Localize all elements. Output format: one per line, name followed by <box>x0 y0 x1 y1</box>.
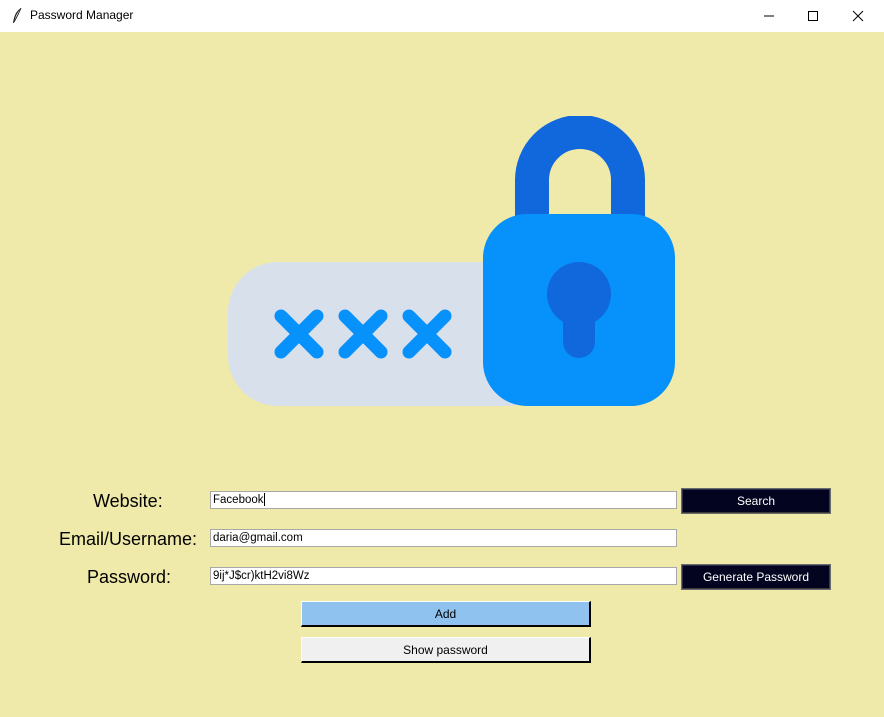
close-button[interactable] <box>835 0 881 32</box>
search-button[interactable]: Search <box>681 488 831 514</box>
password-lock-icon <box>228 116 675 406</box>
window-title: Password Manager <box>30 8 134 22</box>
website-input[interactable]: Facebook <box>210 491 677 509</box>
password-input-value: 9ij*J$cr)ktH2vi8Wz <box>213 570 310 582</box>
website-label: Website: <box>93 491 163 511</box>
add-button[interactable]: Add <box>301 601 591 627</box>
email-input[interactable]: daria@gmail.com <box>210 529 677 547</box>
email-input-value: daria@gmail.com <box>213 532 303 544</box>
show-password-button[interactable]: Show password <box>301 637 591 663</box>
generate-password-button[interactable]: Generate Password <box>681 564 831 590</box>
title-bar: Password Manager <box>0 0 884 32</box>
password-label: Password: <box>87 567 172 587</box>
close-icon <box>852 10 864 22</box>
email-label: Email/Username: <box>59 529 198 549</box>
minimize-button[interactable] <box>746 0 792 32</box>
feather-icon <box>10 7 24 25</box>
password-input[interactable]: 9ij*J$cr)ktH2vi8Wz <box>210 567 677 585</box>
minimize-icon <box>764 15 774 17</box>
maximize-button[interactable] <box>790 0 836 32</box>
website-input-value: Facebook <box>213 494 264 506</box>
maximize-icon <box>808 11 818 21</box>
text-caret <box>263 493 265 507</box>
